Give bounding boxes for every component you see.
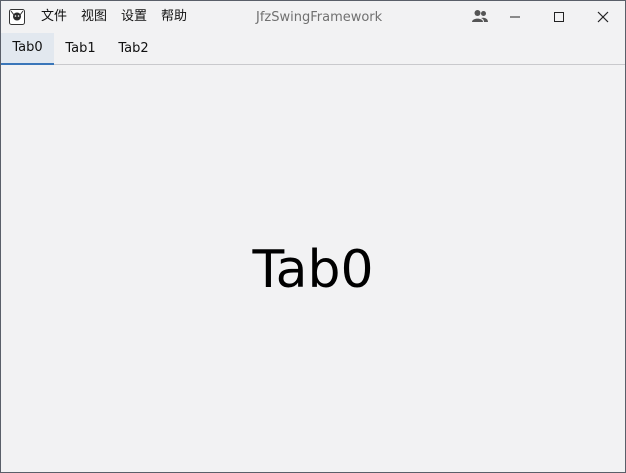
tab-tab1[interactable]: Tab1 <box>54 33 107 65</box>
content-heading: Tab0 <box>252 240 374 300</box>
minimize-icon <box>509 8 521 27</box>
users-icon <box>471 8 489 27</box>
application-window: 文件 视图 设置 帮助 JfzSwingFramework Tab0 Tab1 … <box>0 0 626 473</box>
tab-bar: Tab0 Tab1 Tab2 <box>1 33 625 65</box>
title-bar[interactable]: 文件 视图 设置 帮助 JfzSwingFramework <box>1 1 625 33</box>
tab-tab0[interactable]: Tab0 <box>1 33 54 65</box>
menu-file[interactable]: 文件 <box>41 9 67 25</box>
users-button[interactable] <box>460 1 500 33</box>
tab-content-panel: Tab0 <box>1 65 625 472</box>
menu-settings[interactable]: 设置 <box>121 9 147 25</box>
app-icon[interactable] <box>8 8 26 26</box>
minimize-button[interactable] <box>495 1 535 33</box>
window-title: JfzSwingFramework <box>256 10 383 25</box>
menu-help[interactable]: 帮助 <box>161 9 187 25</box>
maximize-icon <box>553 8 565 27</box>
tab-tab2[interactable]: Tab2 <box>107 33 160 65</box>
maximize-button[interactable] <box>539 1 579 33</box>
menu-view[interactable]: 视图 <box>81 9 107 25</box>
close-button[interactable] <box>583 1 623 33</box>
close-icon <box>597 8 609 27</box>
